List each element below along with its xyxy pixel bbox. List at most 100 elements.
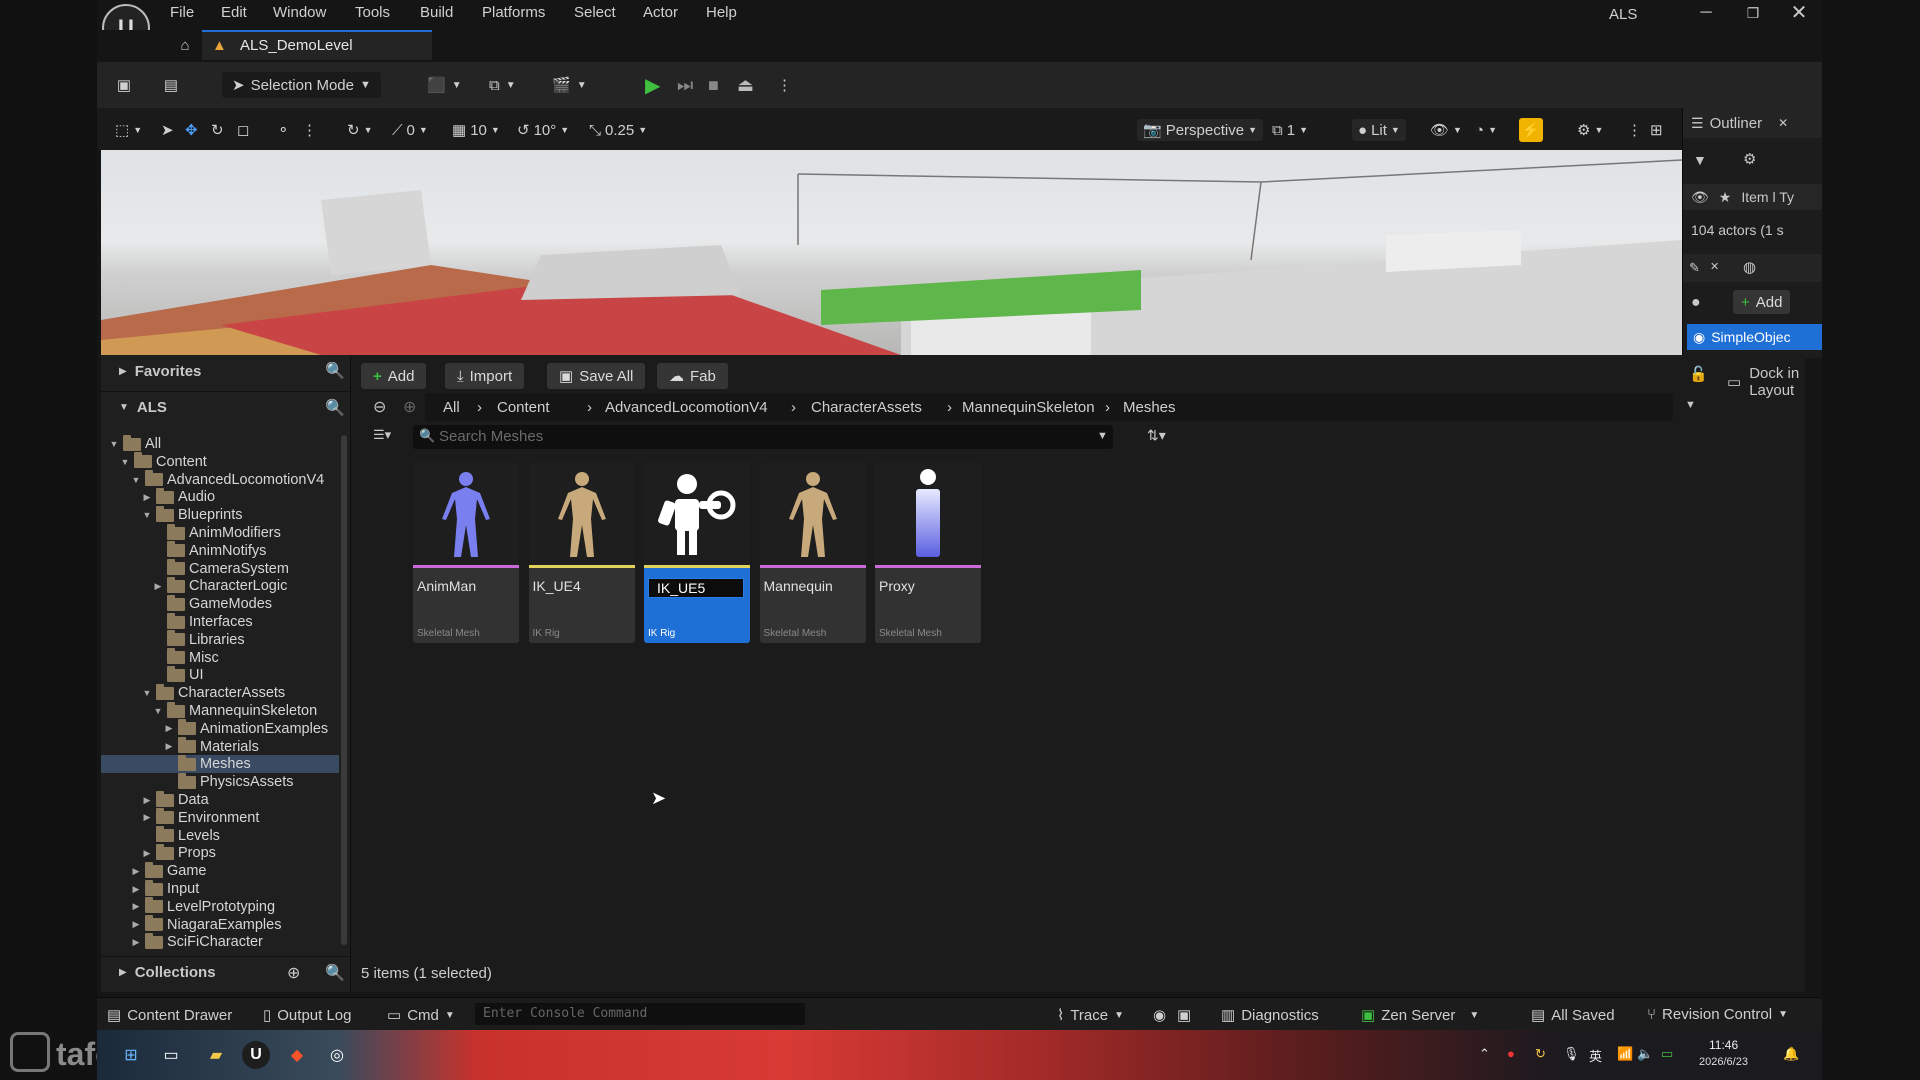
tree-folder-item[interactable]: ▶ Materials (164, 737, 259, 756)
tree-folder-item[interactable]: ▶ NiagaraExamples (131, 915, 281, 934)
coordinate-space-icon[interactable]: ↻ ▼ (347, 119, 373, 141)
tree-collapsed-icon[interactable]: ▶ (142, 812, 152, 823)
tree-folder-item[interactable]: ▼ MannequinSkeleton (153, 701, 317, 720)
collections-search-icon[interactable]: 🔍 (325, 963, 345, 983)
selection-mode-button[interactable]: ➤ Selection Mode ▼ (222, 72, 381, 98)
ime-indicator[interactable]: 英 (1589, 1046, 1602, 1065)
file-explorer-icon[interactable]: ▰ (202, 1041, 230, 1069)
surface-snap-button[interactable]: ⟋ 0 ▼ (392, 119, 428, 141)
lit-button[interactable]: ● Lit ▼ (1352, 119, 1406, 141)
viewport-layout-icon[interactable]: ⊞ (1650, 119, 1663, 141)
unreal-engine-taskbar-icon[interactable]: U (242, 1041, 270, 1069)
breadcrumb-advancedlocomotionv4[interactable]: AdvancedLocomotionV4 (605, 399, 768, 416)
perspective-button[interactable]: 📷 Perspective ▼ (1137, 119, 1263, 141)
content-drawer-button[interactable]: ▤ Content Drawer (107, 1006, 232, 1025)
tab-level[interactable]: ▲ ALS_DemoLevel (202, 30, 432, 60)
favorites-header[interactable]: ▶ Favorites 🔍 (101, 355, 351, 387)
tree-folder-item[interactable]: Levels (142, 826, 220, 845)
tree-expanded-icon[interactable]: ▼ (153, 706, 163, 716)
tree-folder-item[interactable]: Meshes (101, 754, 339, 774)
microphone-icon[interactable]: 🎙 (1563, 1046, 1580, 1062)
save-all-button[interactable]: ▣ Save All (547, 363, 646, 389)
cmd-button[interactable]: ▭ Cmd ▼ (387, 1006, 455, 1025)
windows-start-icon[interactable]: ⊞ (117, 1041, 145, 1069)
more-options-icon[interactable]: ⋮ (777, 72, 792, 98)
tree-expanded-icon[interactable]: ▼ (131, 475, 141, 485)
tree-folder-item[interactable]: ▶ Data (142, 790, 209, 809)
breadcrumb-meshes[interactable]: Meshes (1123, 399, 1176, 416)
dock-in-layout-button[interactable]: ▭ Dock in Layout (1727, 365, 1805, 399)
tree-folder-item[interactable]: ▼ AdvancedLocomotionV4 (131, 470, 324, 489)
select-tool-icon[interactable]: ➤ (161, 119, 174, 141)
project-search-icon[interactable]: 🔍 (325, 398, 345, 418)
tree-collapsed-icon[interactable]: ▶ (142, 848, 152, 859)
tree-folder-item[interactable]: ▶ Audio (142, 487, 215, 506)
diagnostics-button[interactable]: ▥ Diagnostics (1221, 1006, 1319, 1025)
screenshot-icon[interactable]: ▣ (1177, 1006, 1191, 1024)
menu-window[interactable]: Window (273, 4, 326, 21)
brave-browser-icon[interactable]: ◆ (283, 1041, 311, 1069)
collections-header[interactable]: ▶ Collections ⊕ 🔍 (101, 956, 351, 988)
tree-folder-item[interactable]: ▼ CharacterAssets (142, 683, 285, 702)
tree-collapsed-icon[interactable]: ▶ (131, 901, 141, 912)
tree-collapsed-icon[interactable]: ▶ (131, 937, 141, 948)
details-close-icon[interactable]: ✕ (1710, 260, 1719, 273)
tree-folder-item[interactable]: ▶ Game (131, 861, 207, 880)
tree-collapsed-icon[interactable]: ▶ (164, 741, 174, 752)
tree-folder-item[interactable]: ▶ SciFiCharacter (131, 932, 263, 951)
volume-icon[interactable]: 🔈 (1637, 1046, 1653, 1062)
asset-tile[interactable]: Mannequin Skeletal Mesh (759, 463, 866, 643)
viewport-settings-icon[interactable]: ⚙ ▼ (1577, 119, 1603, 141)
app-icon[interactable]: ◎ (323, 1041, 351, 1069)
zen-server-button[interactable]: ▣ Zen Server ▼ (1361, 1006, 1479, 1025)
back-icon[interactable]: ⊖ (373, 397, 386, 417)
record-icon[interactable]: ◉ (1153, 1006, 1166, 1024)
favorites-search-icon[interactable]: 🔍 (325, 361, 345, 381)
menu-help[interactable]: Help (706, 4, 737, 21)
lock-icon[interactable]: 🔓 (1689, 365, 1708, 383)
visibility-icon[interactable]: 👁 (1691, 189, 1709, 206)
tree-collapsed-icon[interactable]: ▶ (164, 723, 174, 734)
tree-folder-item[interactable]: ▶ Props (142, 843, 216, 862)
output-log-button[interactable]: ▯ Output Log (263, 1006, 352, 1025)
tree-folder-item[interactable]: PhysicsAssets (164, 772, 293, 791)
breadcrumb-characterassets[interactable]: CharacterAssets (811, 399, 922, 416)
revision-control-button[interactable]: ⑂ Revision Control ▼ (1647, 1006, 1788, 1023)
outliner-add-button[interactable]: + Add (1733, 290, 1791, 314)
stop-icon[interactable]: ■ (708, 72, 719, 98)
tree-folder-item[interactable]: UI (153, 665, 204, 684)
breadcrumb-mannequinskeleton[interactable]: MannequinSkeleton (962, 399, 1095, 416)
tree-collapsed-icon[interactable]: ▶ (153, 581, 163, 592)
home-icon[interactable]: ⌂ (175, 35, 195, 55)
realtime-icon[interactable]: ⚡ (1519, 118, 1543, 142)
tree-expanded-icon[interactable]: ▼ (109, 439, 119, 449)
tree-scrollbar[interactable] (341, 435, 347, 945)
sort-icon[interactable]: ⇅▾ (1147, 427, 1166, 444)
tray-app-icon[interactable]: ● (1507, 1046, 1515, 1061)
details-pencil-icon[interactable]: ✎ (1689, 260, 1700, 276)
viewport-options-icon[interactable]: ⬚ ▼ (115, 119, 142, 141)
project-header[interactable]: ▼ ALS 🔍 (101, 391, 351, 423)
tree-folder-item[interactable]: ▶ Environment (142, 808, 259, 827)
outliner-settings-icon[interactable]: ⚙ (1743, 150, 1756, 168)
layers-button[interactable]: ⧉ 1 ▼ (1272, 119, 1308, 141)
tree-folder-item[interactable]: Libraries (153, 630, 245, 649)
minimize-icon[interactable]: ─ (1694, 2, 1718, 24)
clock-time[interactable]: 11:46 (1709, 1038, 1738, 1052)
outliner-tab[interactable]: ☰ Outliner ✕ (1683, 108, 1822, 138)
rotate-tool-icon[interactable]: ↻ (211, 119, 224, 141)
breadcrumb-all[interactable]: All (443, 399, 460, 416)
task-view-icon[interactable]: ▭ (157, 1041, 185, 1069)
trace-button[interactable]: ⌇ Trace ▼ (1057, 1006, 1124, 1025)
tree-folder-item[interactable]: Interfaces (153, 612, 253, 631)
fab-button[interactable]: ☁ Fab (657, 363, 728, 389)
menu-platforms[interactable]: Platforms (482, 4, 545, 21)
tree-folder-item[interactable]: ▶ LevelPrototyping (131, 897, 275, 916)
tree-folder-item[interactable]: Misc (153, 648, 219, 667)
search-dropdown-icon[interactable]: ▼ (1097, 430, 1108, 442)
tree-expanded-icon[interactable]: ▼ (120, 457, 130, 467)
battery-icon[interactable]: ▭ (1661, 1046, 1673, 1062)
restore-icon[interactable]: ❐ (1741, 2, 1765, 24)
add-collection-icon[interactable]: ⊕ (287, 963, 300, 983)
tree-collapsed-icon[interactable]: ▶ (142, 795, 152, 806)
